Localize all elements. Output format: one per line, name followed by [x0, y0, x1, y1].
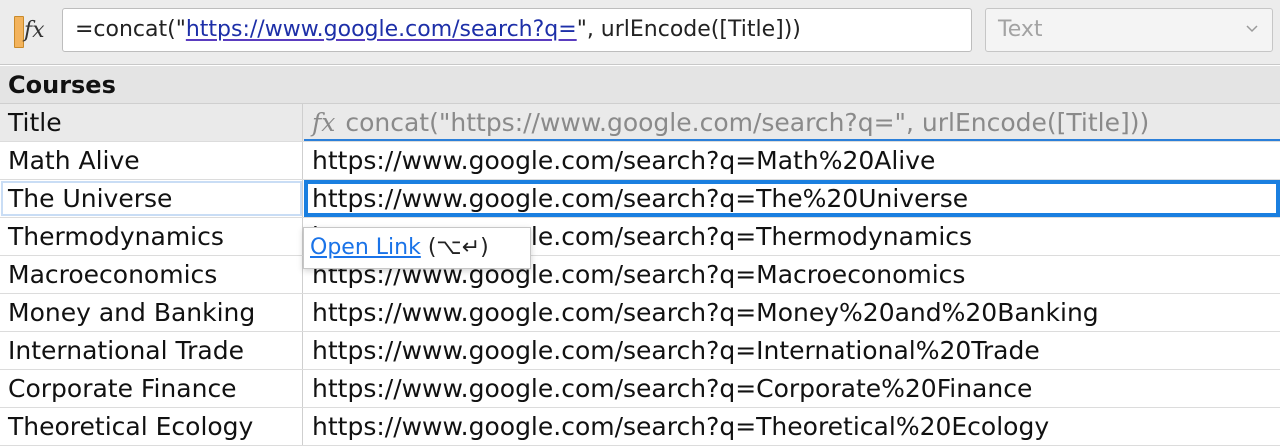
- table-row: International Trade https://www.google.c…: [0, 332, 1280, 370]
- formula-prefix: =concat(": [75, 17, 186, 42]
- fx-icon: fx: [24, 18, 45, 43]
- title-cell[interactable]: The Universe: [0, 180, 303, 217]
- chevron-down-icon: [1246, 25, 1258, 33]
- table-row: Macroeconomics https://www.google.com/se…: [0, 256, 1280, 294]
- url-cell[interactable]: https://www.google.com/search?q=Money%20…: [304, 294, 1280, 331]
- table-row: The Universe https://www.google.com/sear…: [0, 180, 1280, 218]
- formula-suffix: ", urlEncode([Title])): [576, 17, 801, 42]
- open-link-button[interactable]: Open Link: [310, 235, 421, 260]
- title-cell[interactable]: Theoretical Ecology: [0, 408, 303, 445]
- table-row: Money and Banking https://www.google.com…: [0, 294, 1280, 332]
- formula-button[interactable]: fx: [6, 12, 52, 50]
- table-row: Theoretical Ecology https://www.google.c…: [0, 408, 1280, 446]
- open-link-popup: Open Link (⌥↵): [303, 227, 531, 269]
- formula-editor[interactable]: =concat("https://www.google.com/search?q…: [62, 8, 972, 52]
- title-cell[interactable]: Money and Banking: [0, 294, 303, 331]
- formula-toolbar: fx =concat("https://www.google.com/searc…: [0, 0, 1280, 65]
- formula-url-string: https://www.google.com/search?q=: [185, 17, 577, 42]
- title-cell[interactable]: Macroeconomics: [0, 256, 303, 293]
- open-link-shortcut: (⌥↵): [427, 235, 489, 260]
- data-grid: Courses Title fx concat("https://www.goog…: [0, 66, 1280, 446]
- url-cell-selected[interactable]: https://www.google.com/search?q=The%20Un…: [304, 180, 1280, 217]
- title-cell[interactable]: International Trade: [0, 332, 303, 369]
- table-row: Corporate Finance https://www.google.com…: [0, 370, 1280, 408]
- table-row: Math Alive https://www.google.com/search…: [0, 142, 1280, 180]
- column-type-value: Text: [998, 17, 1043, 42]
- header-row: Title fx concat("https://www.google.com/s…: [0, 104, 1280, 142]
- title-cell[interactable]: Math Alive: [0, 142, 303, 179]
- table-row: Thermodynamics https://www.google.com/se…: [0, 218, 1280, 256]
- url-cell[interactable]: https://www.google.com/search?q=Theoreti…: [304, 408, 1280, 445]
- fx-icon: fx: [312, 108, 336, 137]
- title-cell[interactable]: Corporate Finance: [0, 370, 303, 407]
- url-cell[interactable]: https://www.google.com/search?q=Internat…: [304, 332, 1280, 369]
- column-header-formula-text: concat("https://www.google.com/search?q=…: [345, 108, 1150, 137]
- title-cell[interactable]: Thermodynamics: [0, 218, 303, 255]
- section-title: Courses: [0, 66, 1280, 104]
- url-cell[interactable]: https://www.google.com/search?q=Corporat…: [304, 370, 1280, 407]
- column-color-icon: [14, 16, 24, 48]
- column-type-select[interactable]: Text: [985, 8, 1273, 52]
- column-header-formula[interactable]: fx concat("https://www.google.com/search?…: [304, 104, 1280, 141]
- url-cell[interactable]: https://www.google.com/search?q=Math%20A…: [304, 142, 1280, 179]
- column-header-title[interactable]: Title: [0, 104, 303, 141]
